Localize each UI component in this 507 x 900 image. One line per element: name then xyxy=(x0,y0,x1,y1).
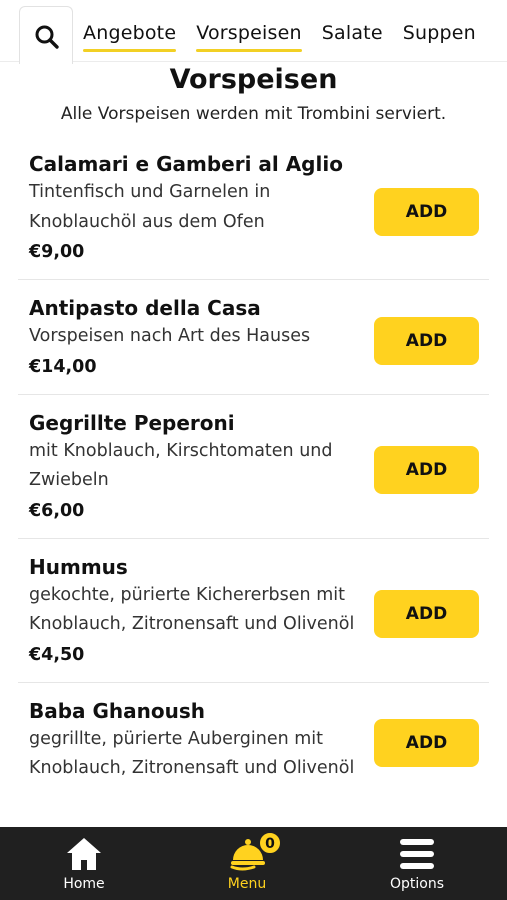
add-button[interactable]: ADD xyxy=(374,446,479,494)
tab-salate[interactable]: Salate xyxy=(322,22,383,44)
item-price: €6,00 xyxy=(29,500,85,521)
hamburger-icon xyxy=(400,839,434,869)
menu-item: Gegrillte Peperoni mit Knoblauch, Kirsch… xyxy=(18,395,489,539)
nav-options[interactable]: Options xyxy=(347,827,487,900)
nav-options-label: Options xyxy=(389,876,445,892)
category-tabs: Angebote Vorspeisen Salate Suppen xyxy=(83,22,476,52)
menu-item: Baba Ghanoush gegrillte, pürierte Auberg… xyxy=(18,683,489,796)
tab-vorspeisen[interactable]: Vorspeisen xyxy=(196,22,302,52)
bottom-navigation: Home 0 Menu Options xyxy=(0,827,507,900)
nav-menu[interactable]: 0 Menu xyxy=(177,827,317,900)
search-icon xyxy=(35,25,59,49)
menu-item: Antipasto della Casa Vorspeisen nach Art… xyxy=(18,280,489,395)
cart-count-badge: 0 xyxy=(259,832,281,854)
menu-item: Hummus gekochte, pürierte Kichererbsen m… xyxy=(18,539,489,683)
item-description: Tintenfisch und Garnelen in Knoblauchöl … xyxy=(29,182,271,232)
item-description: gegrillte, pürierte Auberginen mit Knobl… xyxy=(29,728,355,779)
nav-menu-label: Menu xyxy=(227,876,267,892)
nav-home[interactable]: Home xyxy=(14,827,154,900)
item-description: mit Knoblauch, Kirschtomaten und Zwiebel… xyxy=(29,440,333,491)
tab-suppen[interactable]: Suppen xyxy=(403,22,476,44)
section-subtitle: Alle Vorspeisen werden mit Trombini serv… xyxy=(60,104,447,124)
add-button[interactable]: ADD xyxy=(374,187,479,236)
item-name: Gegrillte Peperoni xyxy=(29,410,235,435)
item-name: Calamari e Gamberi al Aglio xyxy=(29,152,343,176)
nav-home-label: Home xyxy=(63,876,105,892)
home-icon xyxy=(67,838,101,870)
menu-item: Calamari e Gamberi al Aglio Tintenfisch … xyxy=(18,136,489,280)
item-price: €9,00 xyxy=(29,242,85,262)
add-button[interactable]: ADD xyxy=(374,719,479,767)
tab-angebote[interactable]: Angebote xyxy=(83,22,177,52)
add-button[interactable]: ADD xyxy=(374,316,479,365)
item-price: €4,50 xyxy=(29,644,85,665)
category-tab-bar: Angebote Vorspeisen Salate Suppen xyxy=(0,0,507,64)
item-name: Hummus xyxy=(29,554,128,579)
search-button[interactable] xyxy=(19,6,73,64)
item-description: Vorspeisen nach Art des Hauses xyxy=(29,326,311,346)
section-title: Vorspeisen xyxy=(169,64,338,95)
item-description: gekochte, pürierte Kichererbsen mit Knob… xyxy=(29,584,355,635)
add-button[interactable]: ADD xyxy=(374,590,479,638)
menu-item-list: Calamari e Gamberi al Aglio Tintenfisch … xyxy=(18,136,489,796)
